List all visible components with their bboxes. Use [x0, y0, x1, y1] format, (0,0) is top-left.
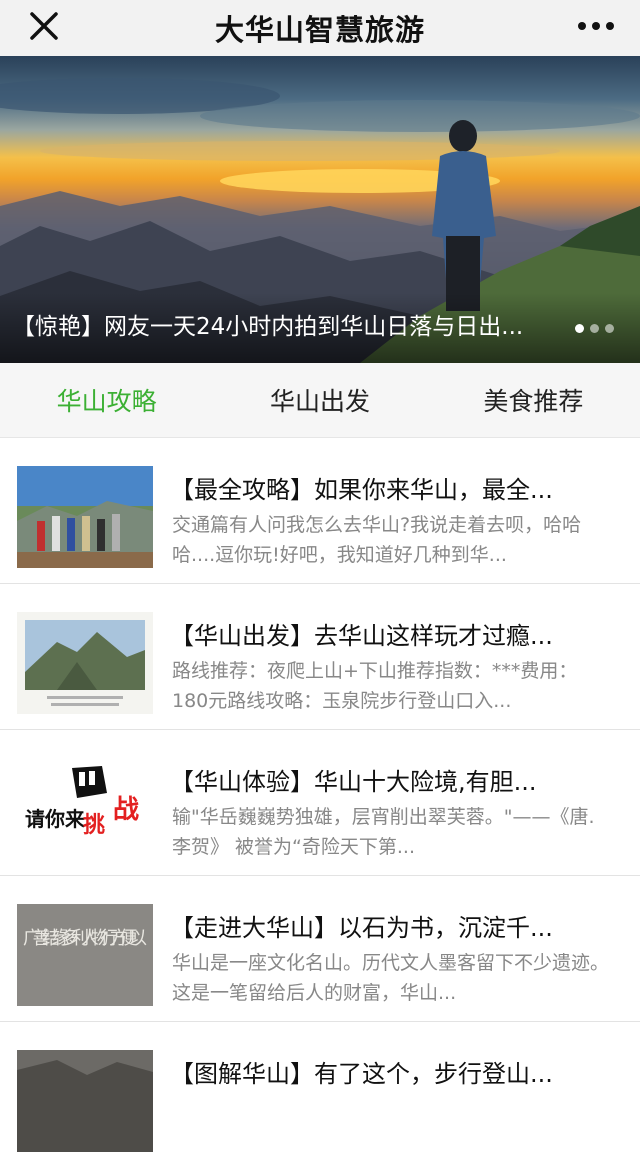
- banner-caption[interactable]: 【惊艳】网友一天24小时内拍到华山日落与日出...: [12, 307, 632, 341]
- category-tabs: 华山攻略 华山出发 美食推荐: [0, 363, 640, 438]
- banner-carousel[interactable]: 【惊艳】网友一天24小时内拍到华山日落与日出...: [0, 56, 640, 363]
- article-title: 【图解华山】有了这个，步行登山...: [170, 1060, 553, 1088]
- close-icon[interactable]: [26, 8, 62, 44]
- challenge-text: 挑: [83, 813, 105, 838]
- challenge-text: 战: [113, 795, 139, 825]
- article-thumbnail: [17, 466, 153, 568]
- article-title: 【最全攻略】如果你来华山，最全...: [170, 476, 553, 504]
- article-thumbnail: [17, 1050, 153, 1152]
- carousel-dot[interactable]: [605, 324, 614, 333]
- page-title: 大华山智慧旅游: [214, 13, 425, 47]
- tab-huashan-guide[interactable]: 华山攻略: [0, 382, 213, 418]
- article-title: 【走进大华山】以石为书，沉淀千...: [170, 914, 553, 942]
- carousel-dot[interactable]: [575, 324, 584, 333]
- tab-food[interactable]: 美食推荐: [427, 382, 640, 418]
- carousel-dot[interactable]: [590, 324, 599, 333]
- article-title: 【华山体验】华山十大险境,有胆...: [170, 768, 537, 796]
- article-summary: 输"华岳巍巍势独雄，层宵削出翠芙蓉。"——《唐.李贺》 被誉为“奇险天下第...: [172, 806, 595, 858]
- article-summary: 交通篇有人问我怎么去华山?我说走着去呗，哈哈哈....逗你玩!好吧，我知道好几种…: [172, 514, 582, 566]
- list-item[interactable]: 广善结缘多利人物行方便以 【走进大华山】以石为书，沉淀千... 华山是一座文化名…: [0, 876, 640, 1022]
- challenge-text: 请你来: [25, 807, 86, 831]
- article-summary: 华山是一座文化名山。历代文人墨客留下不少遗迹。这是一笔留给后人的财富，华山...: [172, 952, 610, 1004]
- stone-inscription: 广善结缘多利人物行方便以: [23, 928, 147, 949]
- more-icon[interactable]: [574, 8, 618, 44]
- article-summary: 路线推荐：夜爬上山+下山推荐指数：***费用：180元路线攻略：玉泉院步行登山口…: [172, 660, 578, 712]
- article-thumbnail: 请你来 挑 战: [17, 758, 153, 860]
- list-item[interactable]: 【最全攻略】如果你来华山，最全... 交通篇有人问我怎么去华山?我说走着去呗，哈…: [0, 438, 640, 584]
- top-navbar: 大华山智慧旅游: [0, 0, 640, 56]
- article-thumbnail: 广善结缘多利人物行方便以: [17, 904, 153, 1006]
- list-item[interactable]: 请你来 挑 战 【华山体验】华山十大险境,有胆... 输"华岳巍巍势独雄，层宵削…: [0, 730, 640, 876]
- article-thumbnail: [17, 612, 153, 714]
- article-title: 【华山出发】去华山这样玩才过瘾...: [170, 622, 553, 650]
- article-list: 【最全攻略】如果你来华山，最全... 交通篇有人问我怎么去华山?我说走着去呗，哈…: [0, 438, 640, 1152]
- list-item[interactable]: 【华山出发】去华山这样玩才过瘾... 路线推荐：夜爬上山+下山推荐指数：***费…: [0, 584, 640, 730]
- list-item[interactable]: 【图解华山】有了这个，步行登山...: [0, 1022, 640, 1152]
- carousel-indicators: [575, 324, 614, 333]
- tab-huashan-depart[interactable]: 华山出发: [213, 382, 426, 418]
